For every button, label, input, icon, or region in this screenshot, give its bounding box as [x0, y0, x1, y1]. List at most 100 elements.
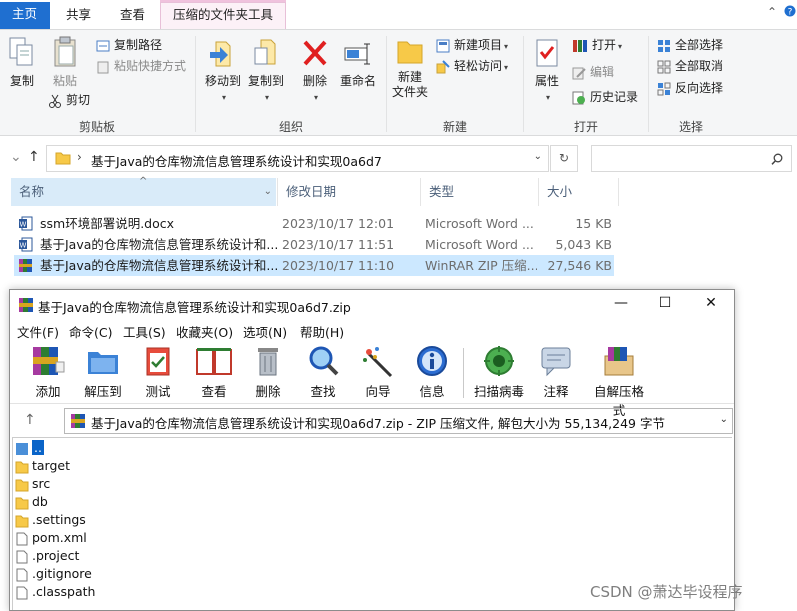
toolbar-divider: [463, 348, 464, 398]
list-item-parent[interactable]: ..: [15, 439, 44, 457]
paste-label: 粘贴: [52, 74, 77, 88]
new-folder-button[interactable]: 新建 文件夹: [390, 36, 430, 100]
rename-button[interactable]: 重命名: [338, 36, 378, 89]
column-divider: [618, 178, 619, 206]
toolbar-view-button[interactable]: 查看: [194, 344, 234, 400]
copy-to-button[interactable]: 复制到 ▾: [246, 36, 286, 105]
select-none-icon: [657, 60, 671, 73]
winrar-toolbar: 添加 解压到 测试 查看 删除 查找 向导 信息 扫描病毒 注释 自解压格式: [10, 342, 734, 418]
cut-button[interactable]: 剪切: [48, 91, 90, 109]
maximize-icon[interactable]: ☐: [655, 295, 675, 311]
tab-view[interactable]: 查看: [108, 3, 157, 29]
winrar-open-icon: [573, 39, 587, 52]
file-date: 2023/10/17 11:51: [282, 237, 395, 252]
select-all-button[interactable]: 全部选择: [657, 36, 723, 54]
address-dropdown-icon[interactable]: ⌄: [534, 151, 542, 162]
tab-zip-tools[interactable]: 压缩的文件夹工具: [160, 2, 287, 29]
menu-file[interactable]: 文件(F): [17, 322, 59, 341]
menu-commands[interactable]: 命令(C): [69, 322, 112, 341]
recent-locations-chevron-icon[interactable]: ⌄: [10, 149, 22, 165]
edit-button[interactable]: 编辑: [572, 63, 614, 81]
paste-button[interactable]: 粘贴: [50, 36, 80, 89]
winrar-app-icon: [19, 298, 33, 312]
paste-shortcut-button[interactable]: 粘贴快捷方式: [96, 57, 186, 75]
search-icon: [771, 153, 783, 165]
menu-help[interactable]: 帮助(H): [300, 322, 344, 341]
toolbar-extract-button[interactable]: 解压到: [82, 344, 124, 400]
list-item[interactable]: .settings: [15, 511, 86, 529]
up-arrow-icon[interactable]: ↑: [28, 149, 40, 165]
toolbar-comment-button[interactable]: 注释: [539, 344, 573, 400]
list-item[interactable]: .classpath: [15, 583, 95, 601]
file-name: 基于Java的仓库物流信息管理系统设计和...: [40, 258, 279, 273]
word-icon: W: [19, 216, 33, 231]
toolbar-test-button[interactable]: 测试: [141, 344, 175, 400]
invert-selection-button[interactable]: 反向选择: [657, 79, 723, 97]
file-name: 基于Java的仓库物流信息管理系统设计和...: [40, 237, 279, 252]
winrar-titlebar[interactable]: 基于Java的仓库物流信息管理系统设计和实现0a6d7.zip — ☐ ✕: [10, 290, 734, 320]
select-none-button[interactable]: 全部取消: [657, 57, 723, 75]
copy-button[interactable]: 复制: [6, 36, 38, 89]
folder-icon: [15, 497, 29, 509]
list-item[interactable]: db: [15, 493, 48, 511]
extract-folder-icon: [88, 352, 118, 374]
menu-favorites[interactable]: 收藏夹(O): [176, 322, 233, 341]
tab-home[interactable]: 主页: [0, 2, 50, 29]
test-clipboard-icon: [146, 347, 170, 376]
collapse-ribbon-icon[interactable]: ⌃: [767, 5, 777, 19]
file-row[interactable]: W 基于Java的仓库物流信息管理系统设计和... 2023/10/17 11:…: [14, 234, 614, 255]
copy-to-icon: [254, 39, 276, 65]
toolbar-find-button[interactable]: 查找: [306, 344, 340, 400]
easy-access-button[interactable]: 轻松访问 ▾: [436, 57, 508, 75]
file-name: ssm环境部署说明.docx: [40, 216, 175, 231]
new-item-button[interactable]: 新建项目 ▾: [436, 36, 508, 54]
delete-button[interactable]: 删除 ▾: [298, 36, 332, 105]
select-all-icon: [658, 39, 670, 52]
help-icon[interactable]: ?: [784, 5, 796, 20]
file-type: Microsoft Word ...: [425, 216, 534, 231]
column-header-type[interactable]: 类型: [420, 178, 537, 206]
move-to-button[interactable]: 移动到 ▾: [203, 36, 243, 105]
column-header-name[interactable]: 名称 ^ ⌄: [11, 176, 276, 206]
properties-button[interactable]: 属性 ▾: [530, 36, 564, 105]
open-button[interactable]: 打开 ▾: [572, 36, 622, 54]
toolbar-info-button[interactable]: 信息: [415, 344, 449, 400]
file-size: 27,546 KB: [547, 258, 612, 273]
winrar-path-bar[interactable]: 基于Java的仓库物流信息管理系统设计和实现0a6d7.zip - ZIP 压缩…: [64, 408, 733, 434]
history-button[interactable]: 历史记录: [572, 88, 638, 106]
toolbar-add-button[interactable]: 添加: [29, 344, 67, 400]
file-row-selected[interactable]: 基于Java的仓库物流信息管理系统设计和... 2023/10/17 11:10…: [14, 255, 614, 276]
menu-tools[interactable]: 工具(S): [123, 322, 166, 341]
menu-options[interactable]: 选项(N): [243, 322, 287, 341]
file-row[interactable]: W ssm环境部署说明.docx 2023/10/17 12:01 Micros…: [14, 213, 614, 234]
column-dropdown-icon[interactable]: ⌄: [264, 178, 272, 206]
search-input[interactable]: [591, 145, 792, 172]
tab-share[interactable]: 共享: [54, 3, 103, 29]
toolbar-scan-virus-button[interactable]: 扫描病毒: [474, 344, 524, 400]
list-item[interactable]: pom.xml: [15, 529, 87, 547]
address-bar[interactable]: › 基于Java的仓库物流信息管理系统设计和实现0a6d7 ⌄: [46, 145, 549, 172]
file-type: WinRAR ZIP 压缩...: [425, 258, 537, 273]
history-icon: [572, 91, 585, 104]
winrar-menubar: 文件(F) 命令(C) 工具(S) 收藏夹(O) 选项(N) 帮助(H): [10, 320, 734, 342]
column-header-date[interactable]: 修改日期: [277, 178, 419, 206]
refresh-button[interactable]: ↻: [550, 145, 578, 172]
path-dropdown-icon[interactable]: ⌄: [720, 414, 728, 425]
info-icon: [417, 346, 447, 376]
copy-path-icon: [96, 40, 110, 51]
list-item[interactable]: .gitignore: [15, 565, 92, 583]
toolbar-wizard-button[interactable]: 向导: [361, 344, 395, 400]
list-item[interactable]: src: [15, 475, 50, 493]
up-one-level-icon[interactable]: ↑: [24, 412, 36, 428]
folder-icon: [15, 515, 29, 527]
minimize-icon[interactable]: —: [611, 295, 631, 311]
trash-can-icon: [258, 348, 278, 376]
close-icon[interactable]: ✕: [701, 295, 721, 311]
invert-selection-icon: [657, 82, 671, 95]
column-header-size[interactable]: 大小: [538, 178, 618, 206]
toolbar-delete-button[interactable]: 删除: [251, 344, 285, 400]
add-archive-icon: [33, 347, 65, 375]
list-item[interactable]: .project: [15, 547, 79, 565]
list-item[interactable]: target: [15, 457, 70, 475]
copy-path-button[interactable]: 复制路径: [96, 36, 162, 54]
